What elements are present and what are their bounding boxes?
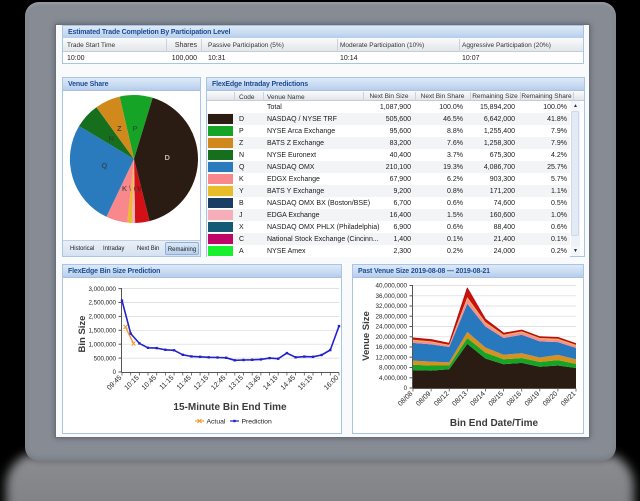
svg-text:V: V [137,186,142,193]
svg-text:8,000,000: 8,000,000 [379,365,408,372]
svg-text:08/20: 08/20 [542,390,559,407]
svg-text:1,500,000: 1,500,000 [88,328,116,335]
svg-text:32,000,000: 32,000,000 [375,303,407,310]
svg-text:24,000,000: 24,000,000 [375,324,407,331]
svg-text:Z: Z [117,124,122,133]
svg-text:14:45: 14:45 [280,374,297,391]
svg-text:11:45: 11:45 [176,374,193,391]
svg-text:2,000,000: 2,000,000 [88,314,116,321]
svg-text:15:15: 15:15 [297,374,314,391]
svg-text:P: P [133,124,138,133]
svg-text:0: 0 [404,386,408,392]
svg-text:1,000,000: 1,000,000 [88,341,116,348]
svg-text:08/13: 08/13 [451,390,468,407]
svg-text:08/19: 08/19 [524,390,541,407]
svg-text:D: D [165,153,171,162]
svg-text:Bin End Date/Time: Bin End Date/Time [450,418,539,429]
svg-text:08/14: 08/14 [469,390,486,407]
svg-text:40,000,000: 40,000,000 [375,283,407,290]
svg-text:14:15: 14:15 [262,374,279,391]
svg-text:08/21: 08/21 [560,390,577,407]
svg-text:2,500,000: 2,500,000 [88,300,116,307]
svg-text:10:15: 10:15 [123,374,140,391]
svg-text:Q: Q [102,161,108,170]
svg-text:\: \ [129,186,131,193]
svg-text:3,000,000: 3,000,000 [88,286,116,293]
svg-text:16:00: 16:00 [323,374,340,391]
svg-text:20,000,000: 20,000,000 [375,334,407,341]
svg-text:13:15: 13:15 [228,374,245,391]
svg-text:Actual: Actual [207,419,226,426]
svg-text:16,000,000: 16,000,000 [375,344,407,351]
svg-text:0: 0 [113,370,117,376]
svg-text:09:45: 09:45 [106,374,123,391]
svg-text:13:45: 13:45 [245,374,262,391]
svg-text:11:15: 11:15 [159,374,176,391]
svg-text:28,000,000: 28,000,000 [375,314,407,321]
svg-text:12:45: 12:45 [210,374,227,391]
svg-text:08/09: 08/09 [415,390,432,407]
svg-text:12:15: 12:15 [193,374,210,391]
svg-text:K: K [122,186,127,193]
svg-text:Bin Size: Bin Size [77,316,88,353]
svg-text:08/16: 08/16 [506,390,523,407]
svg-text:12,000,000: 12,000,000 [375,355,407,362]
svg-text:08/15: 08/15 [488,390,505,407]
svg-text:36,000,000: 36,000,000 [375,293,407,300]
svg-text:500,000: 500,000 [94,355,117,362]
svg-text:10:45: 10:45 [141,374,158,391]
svg-text:08/08: 08/08 [397,390,414,407]
svg-text:08/12: 08/12 [433,390,450,407]
svg-text:Venue Size: Venue Size [361,311,372,361]
svg-text:N: N [109,134,114,143]
svg-text:15-Minute Bin End Time: 15-Minute Bin End Time [173,402,287,413]
svg-text:Prediction: Prediction [242,419,272,426]
svg-text:4,000,000: 4,000,000 [379,375,408,382]
